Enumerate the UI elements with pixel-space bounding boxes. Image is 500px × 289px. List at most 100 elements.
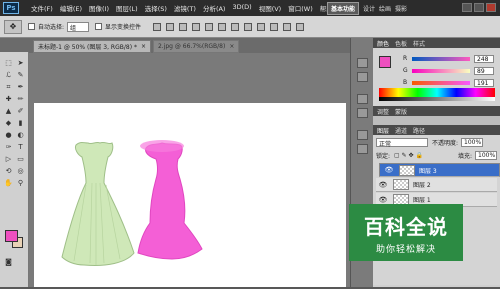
distribute-hcenter-icon[interactable] [283, 22, 292, 31]
show-transform-checkbox[interactable] [95, 23, 103, 30]
tab-styles[interactable]: 样式 [413, 39, 425, 48]
actions-panel-icon[interactable] [357, 72, 368, 82]
path-select-icon[interactable]: ▷ [3, 154, 14, 164]
maximize-button[interactable] [474, 3, 484, 12]
history-brush-icon[interactable]: ✐ [15, 106, 26, 116]
align-bottom-icon[interactable] [179, 22, 188, 31]
channel-r-input[interactable]: 248 [474, 54, 494, 63]
close-tab-icon[interactable]: × [141, 43, 146, 50]
layers-panel-header: 图层 通道 路径 [373, 125, 500, 135]
tab-channels[interactable]: 通道 [395, 126, 407, 135]
hand-tool-icon[interactable]: ✋ [3, 178, 14, 188]
channel-b-slider[interactable] [412, 80, 470, 85]
menu-file[interactable]: 文件(F) [31, 3, 53, 13]
eyedropper-icon[interactable]: ✒ [15, 82, 26, 92]
auto-select-dropdown[interactable]: 组 [67, 21, 90, 32]
tab-masks[interactable]: 蒙版 [395, 107, 407, 116]
move-tool-icon[interactable]: ✥ [4, 19, 22, 34]
lasso-tool-icon[interactable]: ℒ [3, 70, 14, 80]
history-panel-icon[interactable] [357, 58, 368, 68]
zoom-tool-icon[interactable]: ⚲ [15, 178, 26, 188]
layer-thumbnail [399, 164, 415, 176]
align-top-icon[interactable] [153, 22, 162, 31]
clone-source-panel-icon[interactable] [357, 144, 368, 154]
foreground-color-swatch[interactable] [5, 230, 18, 242]
menu-analysis[interactable]: 分析(A) [203, 3, 226, 13]
fill-input[interactable]: 100% [475, 151, 497, 160]
menu-3d[interactable]: 3D(D) [232, 3, 251, 13]
align-hcenter-icon[interactable] [205, 22, 214, 31]
menu-edit[interactable]: 编辑(E) [60, 3, 82, 13]
blur-tool-icon[interactable]: ● [3, 130, 14, 140]
marquee-tool-icon[interactable]: ⬚ [3, 58, 14, 68]
grayscale-ramp[interactable] [379, 97, 495, 101]
align-right-icon[interactable] [218, 22, 227, 31]
workspace-design-button[interactable]: 设计 [363, 4, 375, 13]
color-spectrum-bar[interactable] [379, 88, 495, 97]
close-button[interactable] [486, 3, 496, 12]
paragraph-panel-icon[interactable] [357, 108, 368, 118]
distribute-left-icon[interactable] [270, 22, 279, 31]
crop-tool-icon[interactable]: ⌗ [3, 82, 14, 92]
distribute-vcenter-icon[interactable] [244, 22, 253, 31]
dodge-tool-icon[interactable]: ◐ [15, 130, 26, 140]
channel-r-slider[interactable] [412, 56, 470, 61]
tab-swatches[interactable]: 色板 [395, 39, 407, 48]
menu-select[interactable]: 选择(S) [145, 3, 167, 13]
tab-layers[interactable]: 图层 [377, 126, 389, 135]
opacity-input[interactable]: 100% [461, 138, 484, 147]
layer-row-2[interactable]: 👁 图层 2 [376, 178, 497, 192]
brush-tool-icon[interactable]: ✏ [15, 94, 26, 104]
blend-mode-dropdown[interactable]: 正常 [376, 138, 428, 148]
menu-view[interactable]: 视图(V) [259, 3, 282, 13]
layer-row-3[interactable]: 👁 图层 3 [379, 163, 500, 177]
channel-b-input[interactable]: 191 [474, 78, 494, 87]
type-tool-icon[interactable]: T [15, 142, 26, 152]
move-tool-icon[interactable]: ➤ [15, 58, 26, 68]
tab-untitled-1[interactable]: 未标题-1 @ 50% (图层 3, RGB/8) * × [33, 40, 151, 53]
channel-g-slider[interactable] [412, 68, 470, 73]
channel-g-input[interactable]: 89 [474, 66, 494, 75]
distribute-top-icon[interactable] [231, 22, 240, 31]
auto-select-checkbox[interactable] [28, 23, 35, 30]
gradient-tool-icon[interactable]: ▮ [15, 118, 26, 128]
close-tab-icon[interactable]: × [229, 43, 234, 50]
menu-image[interactable]: 图像(I) [89, 3, 109, 13]
menu-window[interactable]: 窗口(W) [288, 3, 313, 13]
quick-mask-icon[interactable]: ◙ [3, 257, 14, 267]
tab-paths[interactable]: 路径 [413, 126, 425, 135]
lock-icons[interactable]: ▢ ✎ ✥ 🔒 [394, 152, 423, 159]
tab-adjustments[interactable]: 调整 [377, 107, 389, 116]
eye-icon[interactable]: 👁 [384, 165, 394, 175]
eye-icon[interactable]: 👁 [378, 180, 388, 190]
shape-tool-icon[interactable]: ▭ [15, 154, 26, 164]
distribute-right-icon[interactable] [296, 22, 305, 31]
menu-layer[interactable]: 图层(L) [116, 3, 138, 13]
menu-filter[interactable]: 滤镜(T) [174, 3, 196, 13]
tab-2jpg[interactable]: 2.jpg @ 66.7%(RGB/8) × [152, 40, 240, 53]
document-canvas[interactable] [34, 103, 346, 287]
3d-orbit-icon[interactable]: ◎ [15, 166, 26, 176]
pen-tool-icon[interactable]: ✑ [3, 142, 14, 152]
workspace-painting-button[interactable]: 绘画 [379, 4, 391, 13]
distribute-bottom-icon[interactable] [257, 22, 266, 31]
clone-stamp-icon[interactable]: ▲ [3, 106, 14, 116]
brushes-panel-icon[interactable] [357, 130, 368, 140]
tools-panel: ⬚ ➤ ℒ ✎ ⌗ ✒ ✚ ✏ ▲ ✐ ◆ ▮ ● ◐ ✑ T ▷ ▭ ⟲ ◎ … [0, 52, 29, 287]
watermark-title: 百科全说 [364, 214, 448, 239]
workspace-photography-button[interactable]: 摄影 [395, 4, 407, 13]
character-panel-icon[interactable] [357, 94, 368, 104]
3d-rotate-icon[interactable]: ⟲ [3, 166, 14, 176]
channel-b-label: B [403, 79, 408, 86]
healing-brush-icon[interactable]: ✚ [3, 94, 14, 104]
eraser-tool-icon[interactable]: ◆ [3, 118, 14, 128]
color-panel-fg-swatch[interactable] [379, 56, 391, 68]
eye-icon[interactable]: 👁 [378, 195, 388, 205]
align-left-icon[interactable] [192, 22, 201, 31]
workspace-essentials-button[interactable]: 基本功能 [327, 2, 360, 15]
quick-select-icon[interactable]: ✎ [15, 70, 26, 80]
align-vcenter-icon[interactable] [166, 22, 175, 31]
tab-color[interactable]: 颜色 [377, 39, 389, 48]
minimize-button[interactable] [462, 3, 472, 12]
color-panel-header: 颜色 色板 样式 [373, 38, 500, 48]
